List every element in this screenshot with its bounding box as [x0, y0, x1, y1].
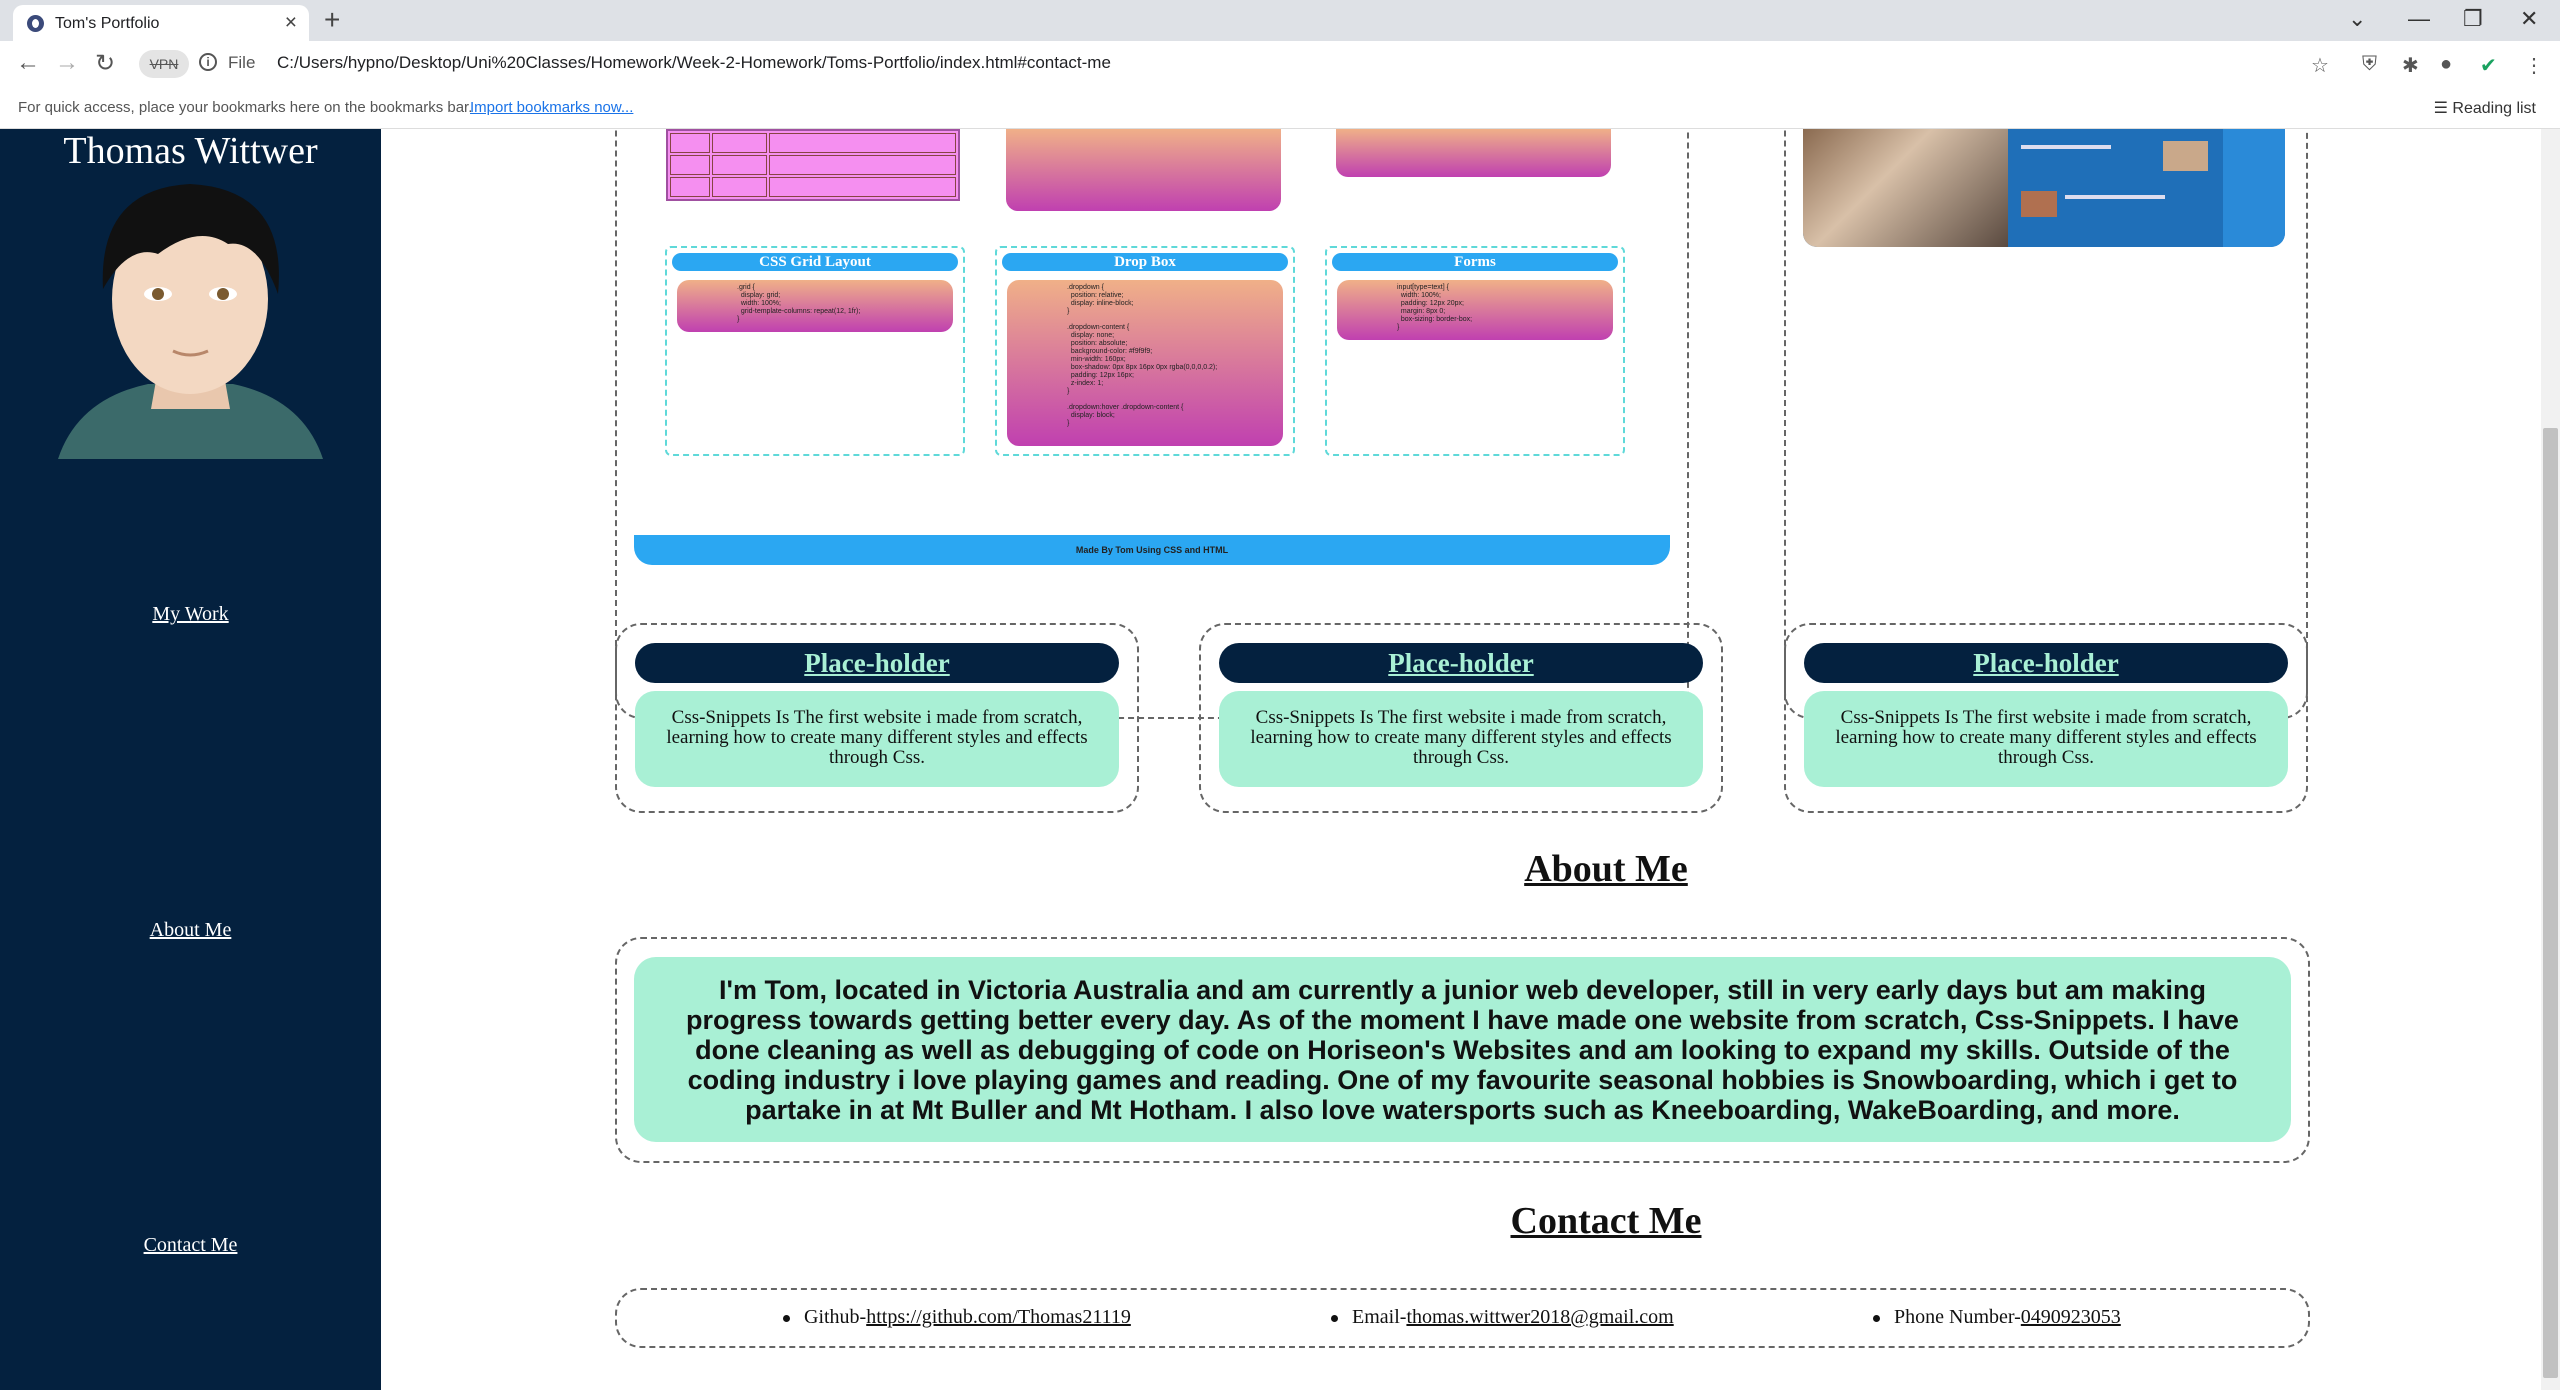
vpn-badge[interactable]: VPN — [139, 50, 189, 78]
contact-me-heading: Contact Me — [1510, 1200, 1702, 1242]
puzzle-icon[interactable]: ✱ — [2402, 53, 2419, 78]
sidebar-name: Thomas Wittwer — [63, 130, 318, 172]
new-tab-icon[interactable]: + — [324, 4, 340, 36]
bookmarks-hint: For quick access, place your bookmarks h… — [18, 99, 473, 116]
code-snippet: .dropdown { position: relative; display:… — [1007, 280, 1283, 446]
about-me-heading: About Me — [1524, 848, 1688, 890]
selector-table — [666, 129, 960, 201]
extension-icon[interactable]: ⛨ — [2362, 53, 2377, 76]
placeholder-text: Css-Snippets Is The first website i made… — [635, 691, 1119, 787]
card-title: Drop Box — [1002, 253, 1288, 271]
reading-list-label: Reading list — [2452, 100, 2536, 117]
avatar — [58, 184, 323, 459]
code-snippet: .grid { display: grid; width: 100%; grid… — [677, 280, 953, 332]
reload-icon[interactable]: ↻ — [95, 49, 115, 78]
placeholder-title[interactable]: Place-holder — [1219, 643, 1703, 683]
star-icon[interactable]: ☆ — [2311, 53, 2329, 78]
placeholder-title[interactable]: Place-holder — [1804, 643, 2288, 683]
scrollbar-thumb[interactable] — [2543, 428, 2558, 1378]
close-window-icon[interactable]: ✕ — [2520, 6, 2538, 32]
bookmarks-bar: For quick access, place your bookmarks h… — [0, 88, 2560, 129]
card-title: Forms — [1332, 253, 1618, 271]
profile-icon[interactable]: ● — [2440, 53, 2452, 76]
address-bar[interactable]: C:/Users/hypno/Desktop/Uni%20Classes/Hom… — [277, 53, 1111, 73]
github-link[interactable]: https://github.com/Thomas21119 — [866, 1306, 1131, 1328]
card-forms: Forms input[type=text] { width: 100%; pa… — [1325, 246, 1625, 456]
back-icon[interactable]: ← — [16, 49, 40, 77]
sidebar-link-contact-me[interactable]: Contact Me — [0, 1234, 381, 1257]
browser-tab[interactable]: Tom's Portfolio × — [13, 5, 309, 41]
placeholder-title[interactable]: Place-holder — [635, 643, 1119, 683]
menu-icon[interactable]: ⋮ — [2524, 53, 2544, 78]
email-label: Email- — [1352, 1306, 1407, 1328]
placeholder-text: Css-Snippets Is The first website i made… — [1804, 691, 2288, 787]
placeholder-card-2: Place-holder Css-Snippets Is The first w… — [1199, 623, 1723, 813]
email-link[interactable]: thomas.wittwer2018@gmail.com — [1406, 1306, 1673, 1328]
contact-github: Github-https://github.com/Thomas21119 — [783, 1306, 1131, 1329]
sidebar-link-my-work[interactable]: My Work — [0, 603, 381, 626]
minimize-icon[interactable]: — — [2408, 6, 2430, 32]
project-footer: Made By Tom Using CSS and HTML — [634, 535, 1670, 565]
code-snippet-top-right — [1336, 129, 1611, 177]
close-tab-icon[interactable]: × — [285, 11, 297, 35]
sidebar-link-about-me[interactable]: About Me — [0, 919, 381, 942]
browser-chrome: Tom's Portfolio × + ⌄ — ❐ ✕ ← → ↻ VPN i … — [0, 0, 2560, 129]
forward-icon[interactable]: → — [55, 49, 79, 77]
code-snippet: input[type=text] { width: 100%; padding:… — [1337, 280, 1613, 340]
phone-link[interactable]: 0490923053 — [2021, 1306, 2121, 1328]
favicon-icon — [27, 15, 44, 32]
bullet-icon — [1873, 1314, 1880, 1322]
file-label: File — [228, 53, 256, 72]
placeholder-text: Css-Snippets Is The first website i made… — [1219, 691, 1703, 787]
bullet-icon — [1331, 1314, 1338, 1322]
phone-label: Phone Number- — [1894, 1306, 2021, 1328]
card-css-grid: CSS Grid Layout .grid { display: grid; w… — [665, 246, 965, 456]
card-drop-box: Drop Box .dropdown { position: relative;… — [995, 246, 1295, 456]
tab-search-icon[interactable]: ⌄ — [2348, 6, 2366, 32]
shield-icon[interactable]: ✔ — [2480, 53, 2497, 78]
placeholder-card-1: Place-holder Css-Snippets Is The first w… — [615, 623, 1139, 813]
tab-strip: Tom's Portfolio × + ⌄ — ❐ ✕ — [0, 0, 2560, 41]
sidebar: Thomas Wittwer My Work About Me Contact … — [0, 129, 381, 1390]
contact-email: Email-thomas.wittwer2018@gmail.com — [1331, 1306, 1674, 1329]
info-icon[interactable]: i — [199, 53, 217, 71]
code-snippet-top-middle — [1006, 129, 1281, 211]
main-content: CSS Grid Layout .grid { display: grid; w… — [381, 129, 2541, 1390]
placeholder-card-3: Place-holder Css-Snippets Is The first w… — [1784, 623, 2308, 813]
bullet-icon — [783, 1314, 790, 1322]
contact-phone: Phone Number-0490923053 — [1873, 1306, 2121, 1329]
card-title: CSS Grid Layout — [672, 253, 958, 271]
browser-toolbar: ← → ↻ VPN i File C:/Users/hypno/Desktop/… — [0, 41, 2560, 88]
import-bookmarks-link[interactable]: Import bookmarks now... — [470, 99, 633, 116]
maximize-icon[interactable]: ❐ — [2463, 6, 2483, 32]
about-me-text: I'm Tom, located in Victoria Australia a… — [634, 957, 2291, 1142]
tab-title: Tom's Portfolio — [55, 15, 160, 32]
project-screenshot[interactable] — [1803, 129, 2285, 247]
reading-list-button[interactable]: ☰ Reading list — [2434, 98, 2536, 118]
github-label: Github- — [804, 1306, 867, 1328]
